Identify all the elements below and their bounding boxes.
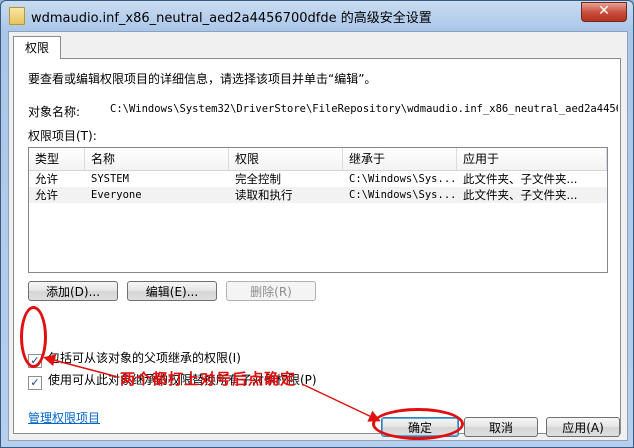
annotation-text: 两个都打上对号后点确定 — [120, 370, 297, 388]
apply-button[interactable]: 应用(A) — [546, 417, 620, 437]
dialog-window: wdmaudio.inf_x86_neutral_aed2a4456700dfd… — [0, 0, 634, 448]
inherit-checkbox-label: 包括可从该对象的父项继承的权限(I) — [48, 351, 241, 365]
permissions-panel: 要查看或编辑权限项目的详细信息，请选择该项目并单击“编辑”。 对象名称: C:\… — [13, 58, 621, 434]
instruction-text: 要查看或编辑权限项目的详细信息，请选择该项目并单击“编辑”。 — [28, 72, 377, 86]
cell-applies-to: 此文件夹、子文件夹... — [463, 172, 578, 186]
cell-applies-to: 此文件夹、子文件夹... — [463, 188, 578, 202]
cell-name: SYSTEM — [91, 173, 129, 185]
dialog-client: 权限 要查看或编辑权限项目的详细信息，请选择该项目并单击“编辑”。 对象名称: … — [8, 31, 628, 441]
tab-permissions[interactable]: 权限 — [13, 36, 61, 59]
ok-button-highlight-ellipse — [372, 408, 464, 440]
cell-permission: 读取和执行 — [235, 188, 293, 202]
cell-permission: 完全控制 — [235, 172, 281, 186]
add-button[interactable]: 添加(D)... — [28, 281, 118, 301]
column-name[interactable]: 名称 — [85, 148, 229, 170]
folder-icon — [9, 7, 25, 25]
inherit-permissions-option[interactable]: ✓ 包括可从该对象的父项继承的权限(I) — [28, 349, 241, 368]
window-title: wdmaudio.inf_x86_neutral_aed2a4456700dfd… — [31, 11, 432, 26]
cell-inherited-from: C:\Windows\Sys... — [349, 173, 457, 185]
edit-button[interactable]: 编辑(E)... — [127, 281, 217, 301]
permission-entries-label: 权限项目(T): — [28, 129, 97, 143]
close-button[interactable]: ✕ — [581, 2, 627, 22]
cancel-button[interactable]: 取消 — [464, 417, 538, 437]
object-name-value: C:\Windows\System32\DriverStore\FileRepo… — [110, 103, 618, 115]
column-permission[interactable]: 权限 — [229, 148, 343, 170]
table-row[interactable]: 允许 SYSTEM 完全控制 C:\Windows\Sys... 此文件夹、子文… — [29, 171, 607, 187]
remove-button[interactable]: 删除(R) — [226, 281, 316, 301]
table-row[interactable]: 允许 Everyone 读取和执行 C:\Windows\Sys... 此文件夹… — [29, 187, 607, 203]
cell-name: Everyone — [91, 189, 142, 201]
list-header: 类型 名称 权限 继承于 应用于 — [29, 148, 607, 171]
column-applies-to[interactable]: 应用于 — [457, 148, 607, 170]
permission-entries-list[interactable]: 类型 名称 权限 继承于 应用于 允许 SYSTEM 完全控制 C:\Windo… — [28, 147, 608, 273]
replace-checkbox[interactable]: ✓ — [28, 376, 42, 390]
object-name-label: 对象名称: — [28, 105, 81, 119]
cell-inherited-from: C:\Windows\Sys... — [349, 189, 457, 201]
cell-type: 允许 — [35, 172, 58, 186]
manage-permissions-link[interactable]: 管理权限项目 — [28, 409, 100, 426]
checkbox-highlight-ellipse — [20, 306, 47, 368]
column-inherited-from[interactable]: 继承于 — [343, 148, 457, 170]
title-bar[interactable]: wdmaudio.inf_x86_neutral_aed2a4456700dfd… — [1, 1, 633, 29]
cell-type: 允许 — [35, 188, 58, 202]
column-type[interactable]: 类型 — [29, 148, 85, 170]
